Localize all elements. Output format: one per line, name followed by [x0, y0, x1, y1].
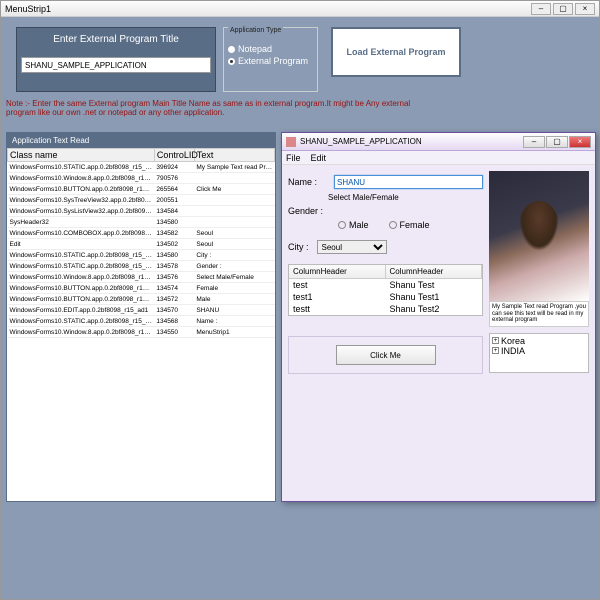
table-row[interactable]: WindowsForms10.Window.8.app.0.2bf8098_r1… — [8, 327, 275, 338]
female-option[interactable]: Female — [389, 220, 430, 230]
table-row[interactable]: WindowsForms10.EDIT.app.0.2bf8098_r15_ad… — [8, 305, 275, 316]
table-row[interactable]: WindowsForms10.BUTTON.app.0.2bf8098_r15_… — [8, 283, 275, 294]
list-item[interactable]: testtShanu Test2 — [289, 303, 482, 315]
table-row[interactable]: Edit134502Seoul — [8, 239, 275, 250]
tree-item-india[interactable]: +INDIA — [492, 346, 586, 356]
enter-title-header: Enter External Program Title — [21, 32, 211, 47]
country-tree[interactable]: +Korea +INDIA — [489, 333, 589, 373]
photo-caption: My Sample Text read Program ,you can see… — [489, 301, 589, 327]
form-area: Name : Select Male/Female Gender : Male … — [288, 171, 483, 374]
table-row[interactable]: WindowsForms10.SysListView32.app.0.2bf80… — [8, 206, 275, 217]
sample-app-window: SHANU_SAMPLE_APPLICATION – ▢ × File Edit… — [281, 132, 596, 502]
col-classname[interactable]: Class name — [8, 149, 155, 162]
load-external-program-button[interactable]: Load External Program — [331, 27, 461, 77]
controls-grid[interactable]: Class name ControLID Text WindowsForms10… — [7, 148, 275, 338]
name-label: Name : — [288, 177, 328, 187]
click-me-button[interactable]: Click Me — [336, 345, 436, 365]
table-row[interactable]: WindowsForms10.STATIC.app.0.2bf8098_r15_… — [8, 261, 275, 272]
minimize-button[interactable]: – — [531, 3, 551, 15]
list-item[interactable]: test1Shanu Test1 — [289, 291, 482, 303]
main-window: MenuStrip1 – ▢ × Enter External Program … — [0, 0, 600, 600]
table-row[interactable]: WindowsForms10.Window.8.app.0.2bf8098_r1… — [8, 272, 275, 283]
gender-label: Gender : — [288, 206, 328, 216]
popup-title: SHANU_SAMPLE_APPLICATION — [300, 137, 422, 146]
popup-titlebar: SHANU_SAMPLE_APPLICATION – ▢ × — [282, 133, 595, 151]
col-controlid[interactable]: ControLID — [154, 149, 194, 162]
application-type-group: Application Type Notepad External Progra… — [223, 27, 318, 92]
grid-header: Application Text Read — [7, 133, 275, 148]
name-input[interactable] — [334, 175, 483, 189]
note-text: Note :- Enter the same External program … — [6, 99, 436, 117]
popup-menubar: File Edit — [282, 151, 595, 165]
main-title: MenuStrip1 — [5, 4, 51, 14]
menu-edit[interactable]: Edit — [311, 153, 327, 163]
popup-maximize-button[interactable]: ▢ — [546, 136, 568, 148]
select-gender-label: Select Male/Female — [328, 193, 483, 202]
table-row[interactable]: WindowsForms10.COMBOBOX.app.0.2bf8098_r1… — [8, 228, 275, 239]
popup-minimize-button[interactable]: – — [523, 136, 545, 148]
table-row[interactable]: WindowsForms10.SysTreeView32.app.0.2bf80… — [8, 195, 275, 206]
application-text-read-panel: Application Text Read Class name ControL… — [6, 132, 276, 502]
table-row[interactable]: WindowsForms10.STATIC.app.0.2bf8098_r15_… — [8, 316, 275, 327]
lv-col1[interactable]: ColumnHeader — [289, 265, 386, 278]
external-program-option[interactable]: External Program — [228, 56, 313, 66]
notepad-option[interactable]: Notepad — [228, 44, 313, 54]
app-icon — [286, 137, 296, 147]
city-label: City : — [288, 242, 309, 252]
main-titlebar: MenuStrip1 – ▢ × — [1, 1, 599, 17]
lv-col2[interactable]: ColumnHeader — [386, 265, 483, 278]
enter-title-panel: Enter External Program Title — [16, 27, 216, 92]
popup-close-button[interactable]: × — [569, 136, 591, 148]
table-row[interactable]: WindowsForms10.BUTTON.app.0.2bf8098_r15_… — [8, 294, 275, 305]
tree-item-korea[interactable]: +Korea — [492, 336, 586, 346]
listview[interactable]: ColumnHeader ColumnHeader testShanu Test… — [288, 264, 483, 316]
table-row[interactable]: WindowsForms10.BUTTON.app.0.2bf8098_r15_… — [8, 184, 275, 195]
table-row[interactable]: WindowsForms10.STATIC.app.0.2bf8098_r15_… — [8, 250, 275, 261]
list-item[interactable]: testShanu Test — [289, 279, 482, 291]
table-row[interactable]: WindowsForms10.Window.8.app.0.2bf8098_r1… — [8, 173, 275, 184]
maximize-button[interactable]: ▢ — [553, 3, 573, 15]
menu-file[interactable]: File — [286, 153, 301, 163]
city-select[interactable]: Seoul — [317, 240, 387, 254]
program-title-input[interactable] — [21, 57, 211, 73]
close-button[interactable]: × — [575, 3, 595, 15]
col-text[interactable]: Text — [194, 149, 274, 162]
male-option[interactable]: Male — [338, 220, 369, 230]
person-photo — [489, 171, 589, 301]
table-row[interactable]: SysHeader32134580 — [8, 217, 275, 228]
table-row[interactable]: WindowsForms10.STATIC.app.0.2bf8098_r15_… — [8, 162, 275, 173]
clickme-container: Click Me — [288, 336, 483, 374]
app-type-legend: Application Type — [228, 27, 283, 34]
